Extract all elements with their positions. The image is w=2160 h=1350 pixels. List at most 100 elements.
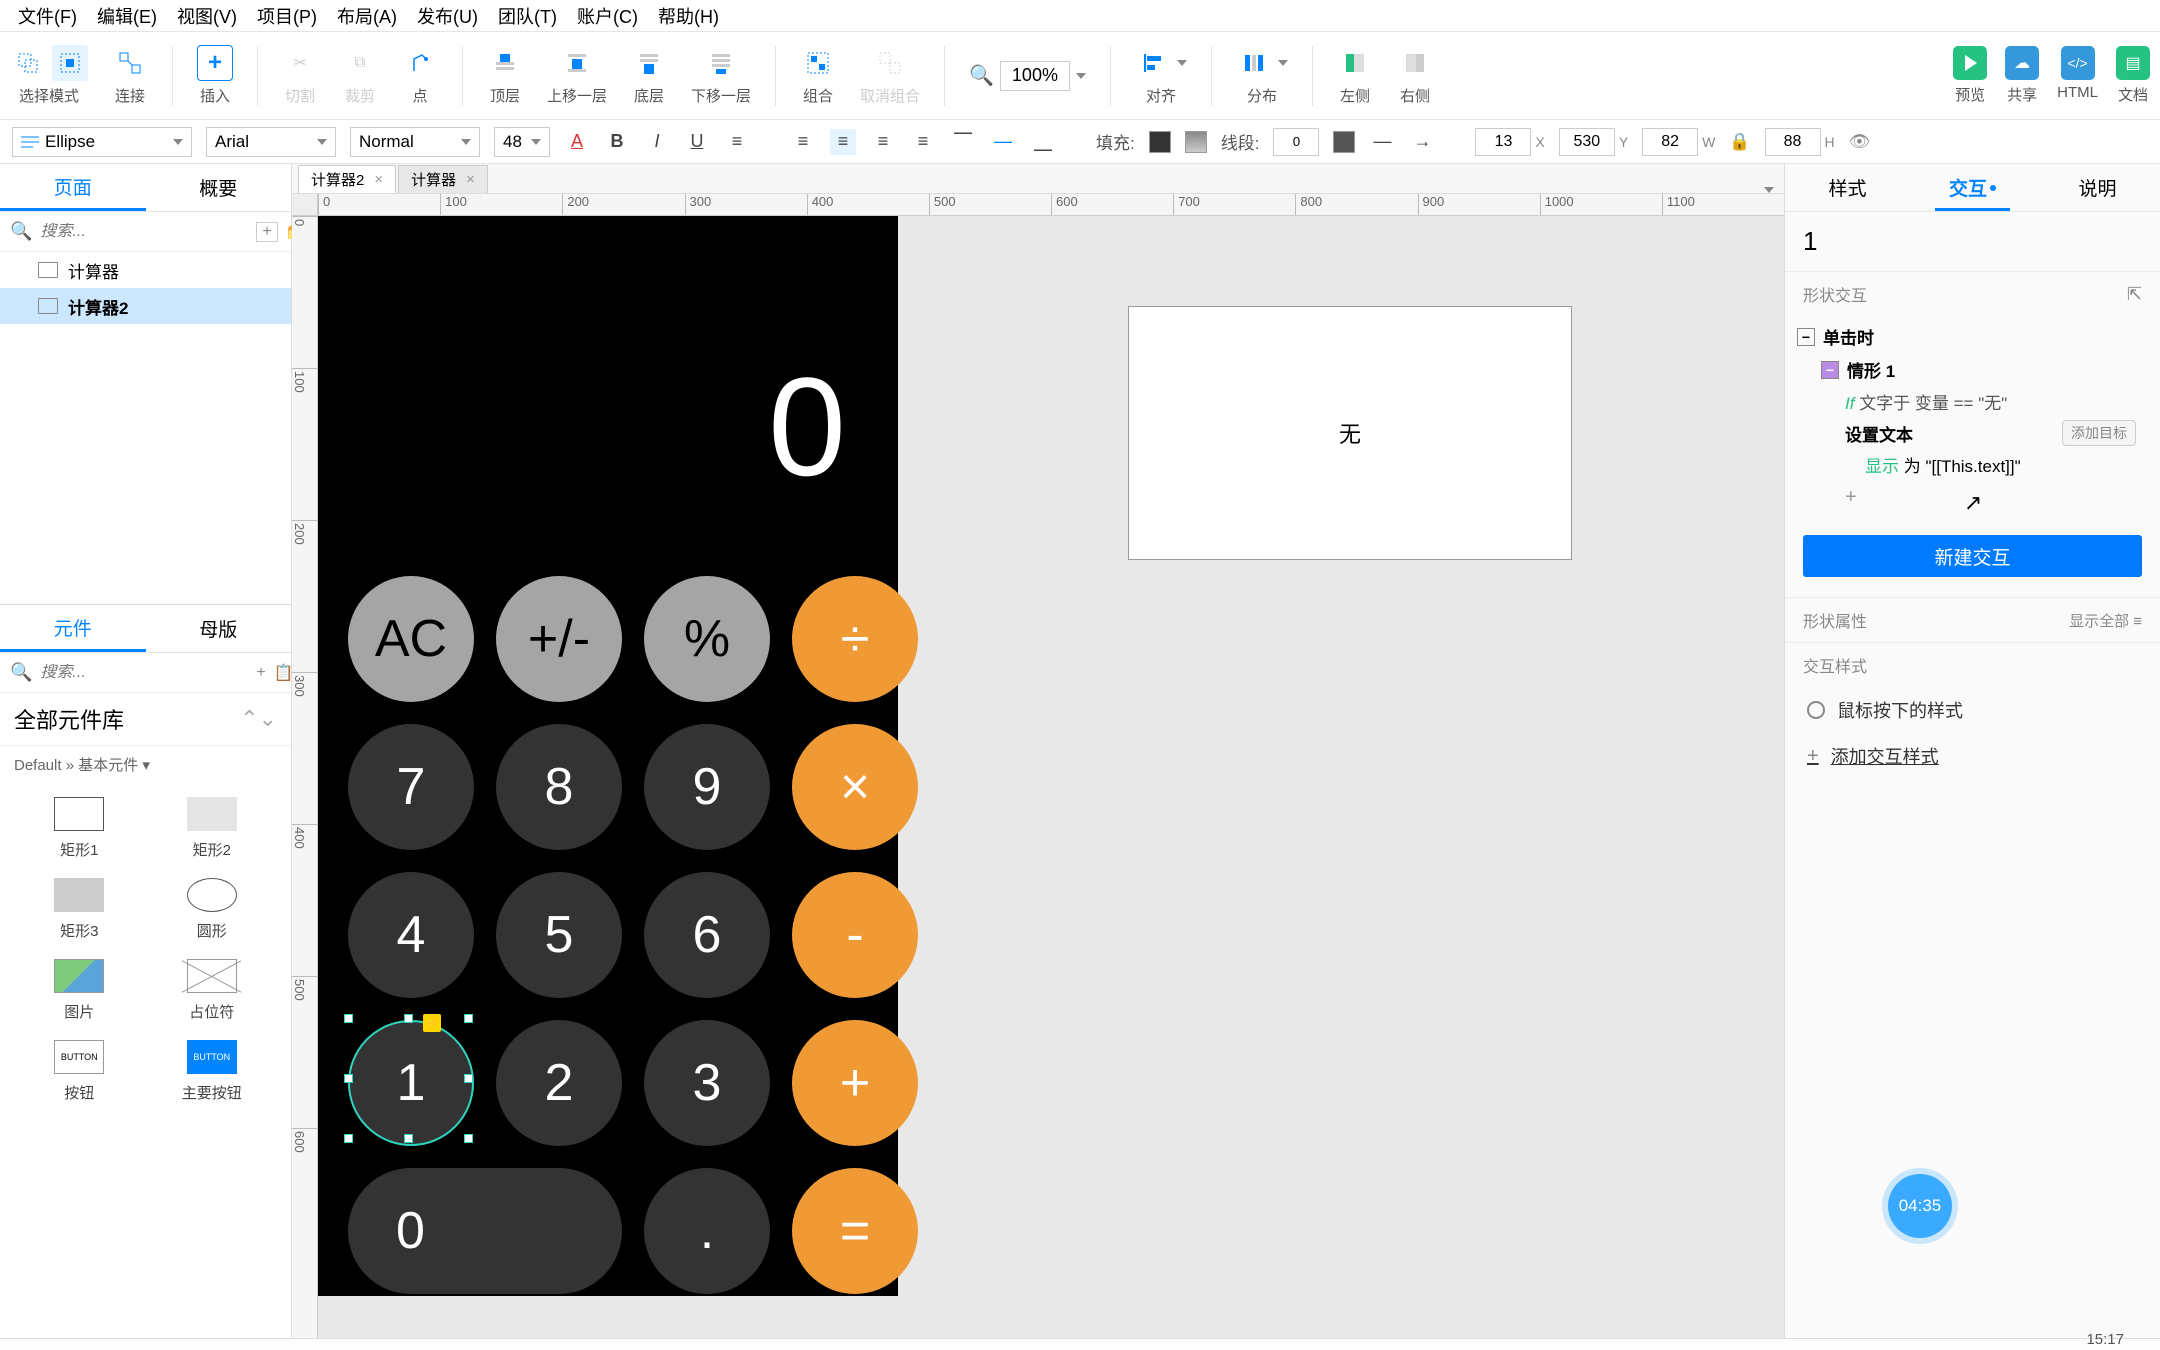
menu-help[interactable]: 帮助(H) bbox=[648, 0, 729, 33]
widget-box2[interactable]: 矩形2 bbox=[151, 797, 274, 860]
spec-button[interactable]: ▤文档 bbox=[2116, 46, 2150, 105]
calc-key-+/-[interactable]: +/- bbox=[496, 576, 622, 702]
widget-box3[interactable]: 矩形3 bbox=[18, 878, 141, 941]
calc-key-2[interactable]: 2 bbox=[496, 1020, 622, 1146]
fill-gradient-swatch[interactable] bbox=[1185, 131, 1207, 153]
menu-edit[interactable]: 编辑(E) bbox=[87, 0, 167, 33]
calc-key-6[interactable]: 6 bbox=[644, 872, 770, 998]
bold-button[interactable]: B bbox=[604, 129, 630, 155]
menu-publish[interactable]: 发布(U) bbox=[407, 0, 488, 33]
calc-key-AC[interactable]: AC bbox=[348, 576, 474, 702]
recording-timer-badge[interactable]: 04:35 bbox=[1888, 1174, 1952, 1238]
dock-right-icon[interactable] bbox=[1397, 45, 1433, 81]
line-style-button[interactable]: ― bbox=[1369, 129, 1395, 155]
y-input[interactable] bbox=[1559, 128, 1615, 156]
valign-middle-button[interactable]: ― bbox=[990, 129, 1016, 155]
widget-name-input[interactable]: 1 bbox=[1785, 212, 2160, 272]
calc-key-0[interactable]: 0 bbox=[348, 1168, 622, 1294]
visibility-icon[interactable]: 👁 bbox=[1849, 132, 1871, 152]
close-tab-icon[interactable]: × bbox=[374, 171, 383, 188]
select-intersect-icon[interactable] bbox=[10, 45, 46, 81]
ix-expand-icon[interactable]: ⇱ bbox=[2127, 284, 2142, 305]
underline-button[interactable]: U bbox=[684, 129, 710, 155]
valign-bottom-button[interactable]: ⎽ bbox=[1030, 129, 1056, 155]
text-color-button[interactable]: A bbox=[564, 129, 590, 155]
widget-primary-button[interactable]: BUTTON主要按钮 bbox=[151, 1040, 274, 1103]
stroke-width-input[interactable] bbox=[1273, 128, 1319, 156]
page-item-calculator2[interactable]: 计算器2 bbox=[0, 288, 291, 324]
zoom-icon[interactable]: 🔍 bbox=[969, 63, 994, 88]
menu-team[interactable]: 团队(T) bbox=[488, 0, 567, 33]
point-icon[interactable] bbox=[402, 45, 438, 81]
back-icon[interactable] bbox=[703, 45, 739, 81]
page-item-calculator[interactable]: 计算器 bbox=[0, 252, 291, 288]
show-all-link[interactable]: 显示全部 ≡ bbox=[2069, 610, 2142, 631]
weight-select[interactable]: Normal bbox=[350, 127, 480, 157]
menu-view[interactable]: 视图(V) bbox=[167, 0, 247, 33]
calc-key-+[interactable]: + bbox=[792, 1020, 918, 1146]
add-widget-icon[interactable]: + bbox=[256, 664, 265, 682]
lock-aspect-icon[interactable]: 🔒 bbox=[1729, 132, 1750, 152]
library-select[interactable]: 全部元件库⌃⌄ bbox=[0, 693, 291, 746]
add-ix-style-row[interactable]: +添加交互样式 bbox=[1785, 733, 2160, 779]
tab-notes[interactable]: 说明 bbox=[2035, 164, 2160, 211]
shape-select[interactable]: Ellipse bbox=[12, 127, 192, 157]
crop-icon[interactable]: ⧉ bbox=[342, 45, 378, 81]
zoom-dropdown-icon[interactable] bbox=[1076, 73, 1086, 79]
align-right-button[interactable]: ≡ bbox=[870, 129, 896, 155]
tabs-dropdown-icon[interactable] bbox=[1764, 187, 1774, 193]
canvas-tab-inactive[interactable]: 计算器× bbox=[398, 165, 488, 193]
html-button[interactable]: </>HTML bbox=[2057, 46, 2098, 105]
align-justify-button[interactable]: ≡ bbox=[910, 129, 936, 155]
tab-widgets[interactable]: 元件 bbox=[0, 605, 146, 652]
align-dropdown-icon[interactable] bbox=[1177, 60, 1187, 66]
widget-box1[interactable]: 矩形1 bbox=[18, 797, 141, 860]
widget-circle[interactable]: 圆形 bbox=[151, 878, 274, 941]
ix-condition[interactable]: If 文字于 变量 == "无" bbox=[1797, 386, 2148, 417]
fill-color-swatch[interactable] bbox=[1149, 131, 1171, 153]
ix-add-action[interactable]: + bbox=[1797, 480, 2148, 509]
calc-key-3[interactable]: 3 bbox=[644, 1020, 770, 1146]
canvas[interactable]: 0 AC+/-%÷789×456-123+0.= 无 ⚡ bbox=[318, 216, 1784, 1350]
tab-masters[interactable]: 母版 bbox=[146, 605, 292, 652]
calc-key-4[interactable]: 4 bbox=[348, 872, 474, 998]
paste-widget-icon[interactable]: 📋 bbox=[274, 663, 294, 683]
widget-placeholder[interactable]: 占位符 bbox=[151, 959, 274, 1022]
pages-search-input[interactable] bbox=[40, 223, 248, 241]
stroke-color-swatch[interactable] bbox=[1333, 131, 1355, 153]
widget-button[interactable]: BUTTON按钮 bbox=[18, 1040, 141, 1103]
select-contain-icon[interactable] bbox=[52, 45, 88, 81]
menu-account[interactable]: 账户(C) bbox=[567, 0, 648, 33]
new-interaction-button[interactable]: 新建交互 bbox=[1803, 535, 2142, 577]
menu-arrange[interactable]: 布局(A) bbox=[327, 0, 407, 33]
front-icon[interactable] bbox=[487, 45, 523, 81]
calc-key-9[interactable]: 9 bbox=[644, 724, 770, 850]
menu-project[interactable]: 项目(P) bbox=[247, 0, 327, 33]
size-select[interactable]: 48 bbox=[494, 127, 550, 157]
calc-display[interactable]: 0 bbox=[768, 346, 846, 508]
text-widget[interactable]: 无 bbox=[1128, 306, 1572, 560]
valign-top-button[interactable]: ⎺ bbox=[950, 129, 976, 155]
calc-key-1[interactable]: 1 bbox=[348, 1020, 474, 1146]
connect-icon[interactable] bbox=[112, 45, 148, 81]
add-target-button[interactable]: 添加目标 bbox=[2062, 420, 2136, 446]
ungroup-icon[interactable] bbox=[872, 45, 908, 81]
calc-key-8[interactable]: 8 bbox=[496, 724, 622, 850]
menu-file[interactable]: 文件(F) bbox=[8, 0, 87, 33]
group-icon[interactable] bbox=[800, 45, 836, 81]
add-page-icon[interactable]: + bbox=[256, 222, 277, 242]
forward-icon[interactable] bbox=[559, 45, 595, 81]
tab-pages[interactable]: 页面 bbox=[0, 164, 146, 211]
ix-action-detail[interactable]: 显示 为 "[[This.text]]" bbox=[1797, 449, 2148, 480]
interaction-badge-icon[interactable]: ⚡ bbox=[423, 1014, 441, 1032]
w-input[interactable] bbox=[1642, 128, 1698, 156]
align-center-button[interactable]: ≡ bbox=[830, 129, 856, 155]
ix-action-set-text[interactable]: 设置文本 bbox=[1845, 421, 1913, 446]
cut-icon[interactable]: ✂ bbox=[282, 45, 318, 81]
ix-case-1[interactable]: 情形 1 bbox=[1797, 353, 2148, 386]
close-tab-icon[interactable]: × bbox=[466, 171, 475, 188]
calc-key-÷[interactable]: ÷ bbox=[792, 576, 918, 702]
calc-key--[interactable]: - bbox=[792, 872, 918, 998]
canvas-tab-active[interactable]: 计算器2× bbox=[298, 165, 396, 193]
calc-key-.[interactable]: . bbox=[644, 1168, 770, 1294]
